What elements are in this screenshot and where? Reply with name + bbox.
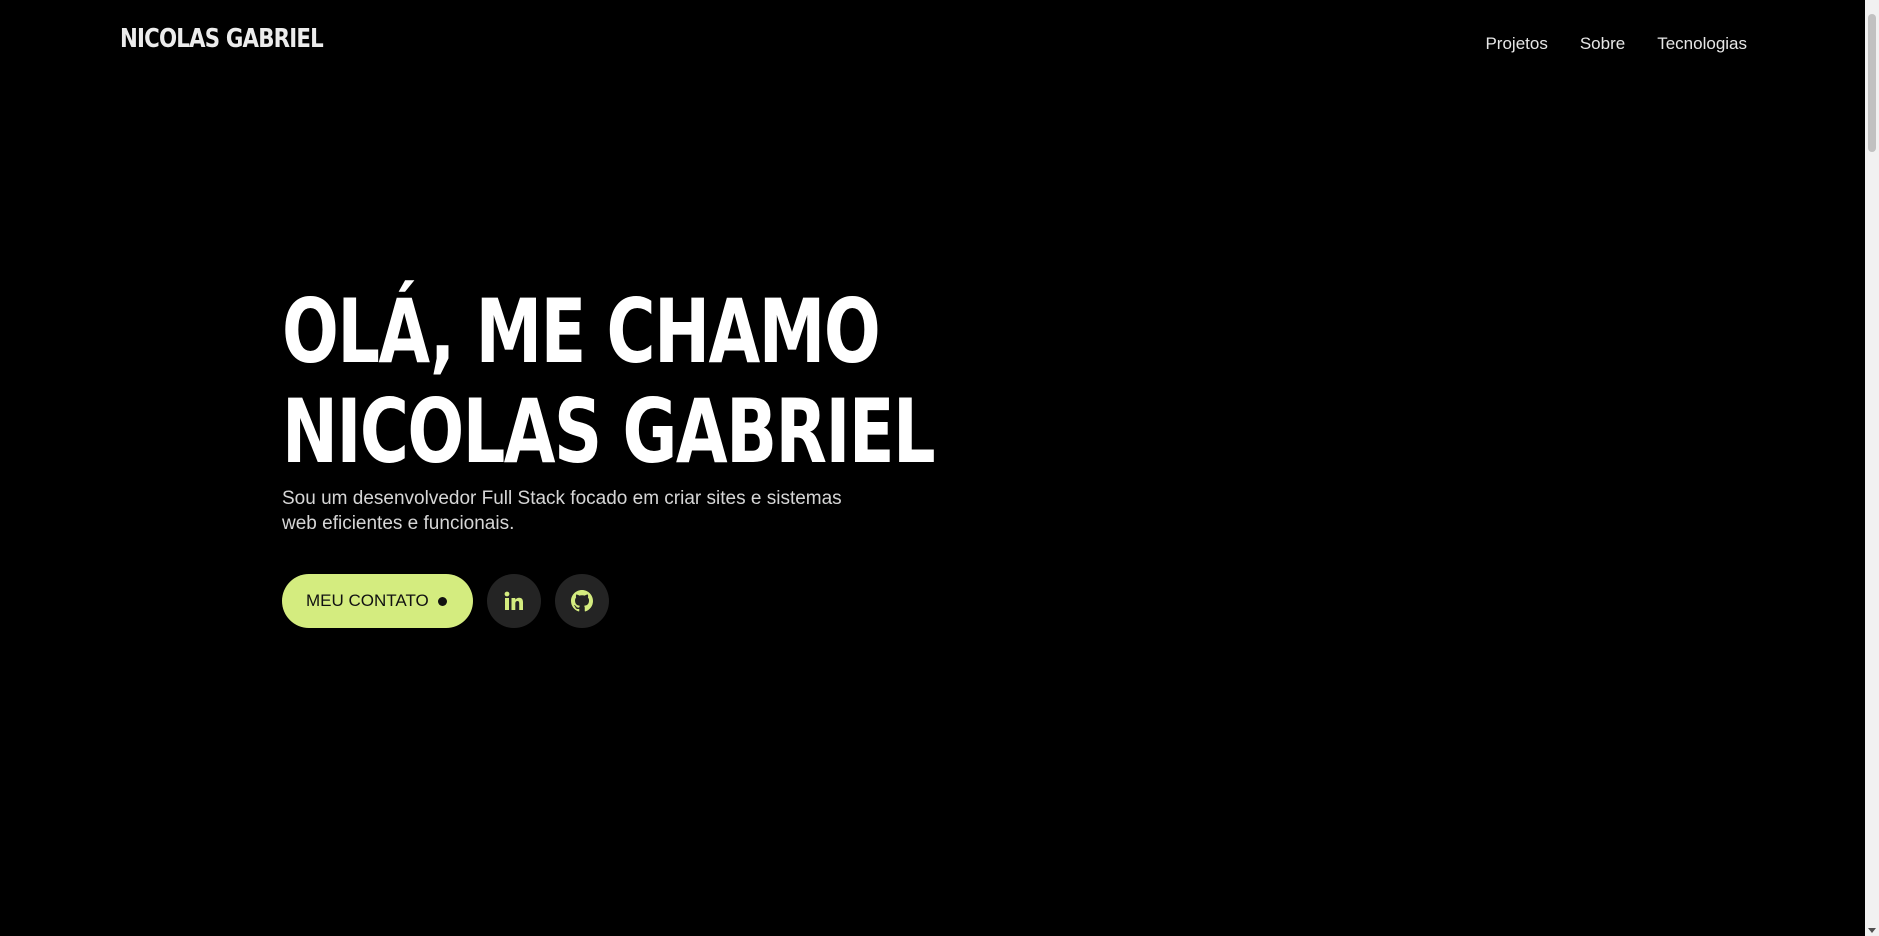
hero-title-line-2: NICOLAS GABRIEL [282,380,936,483]
nav-link-tecnologias[interactable]: Tecnologias [1657,34,1747,54]
nav-link-sobre[interactable]: Sobre [1580,34,1625,54]
hero-actions: MEU CONTATO [282,574,609,628]
hero-title-line-1: OLÁ, ME CHAMO [282,280,881,383]
scroll-down-arrow-icon[interactable] [1868,928,1876,933]
linkedin-icon [504,591,523,610]
site-logo[interactable]: NICOLAS GABRIEL [120,24,324,54]
hero-description: Sou um desenvolvedor Full Stack focado e… [282,488,842,534]
contact-button-label: MEU CONTATO [306,591,429,610]
github-button[interactable] [555,574,609,628]
nav-link-projetos[interactable]: Projetos [1485,34,1547,54]
scrollbar-thumb[interactable] [1868,14,1876,152]
github-icon [571,590,593,612]
linkedin-button[interactable] [487,574,541,628]
hero-title: OLÁ, ME CHAMO NICOLAS GABRIEL [282,280,936,483]
page-scrollbar[interactable] [1865,0,1879,936]
main-nav: Projetos Sobre Tecnologias [1485,34,1747,54]
page: NICOLAS GABRIEL Projetos Sobre Tecnologi… [0,0,1865,936]
contact-button[interactable]: MEU CONTATO [282,574,473,628]
dot-icon [438,596,447,606]
